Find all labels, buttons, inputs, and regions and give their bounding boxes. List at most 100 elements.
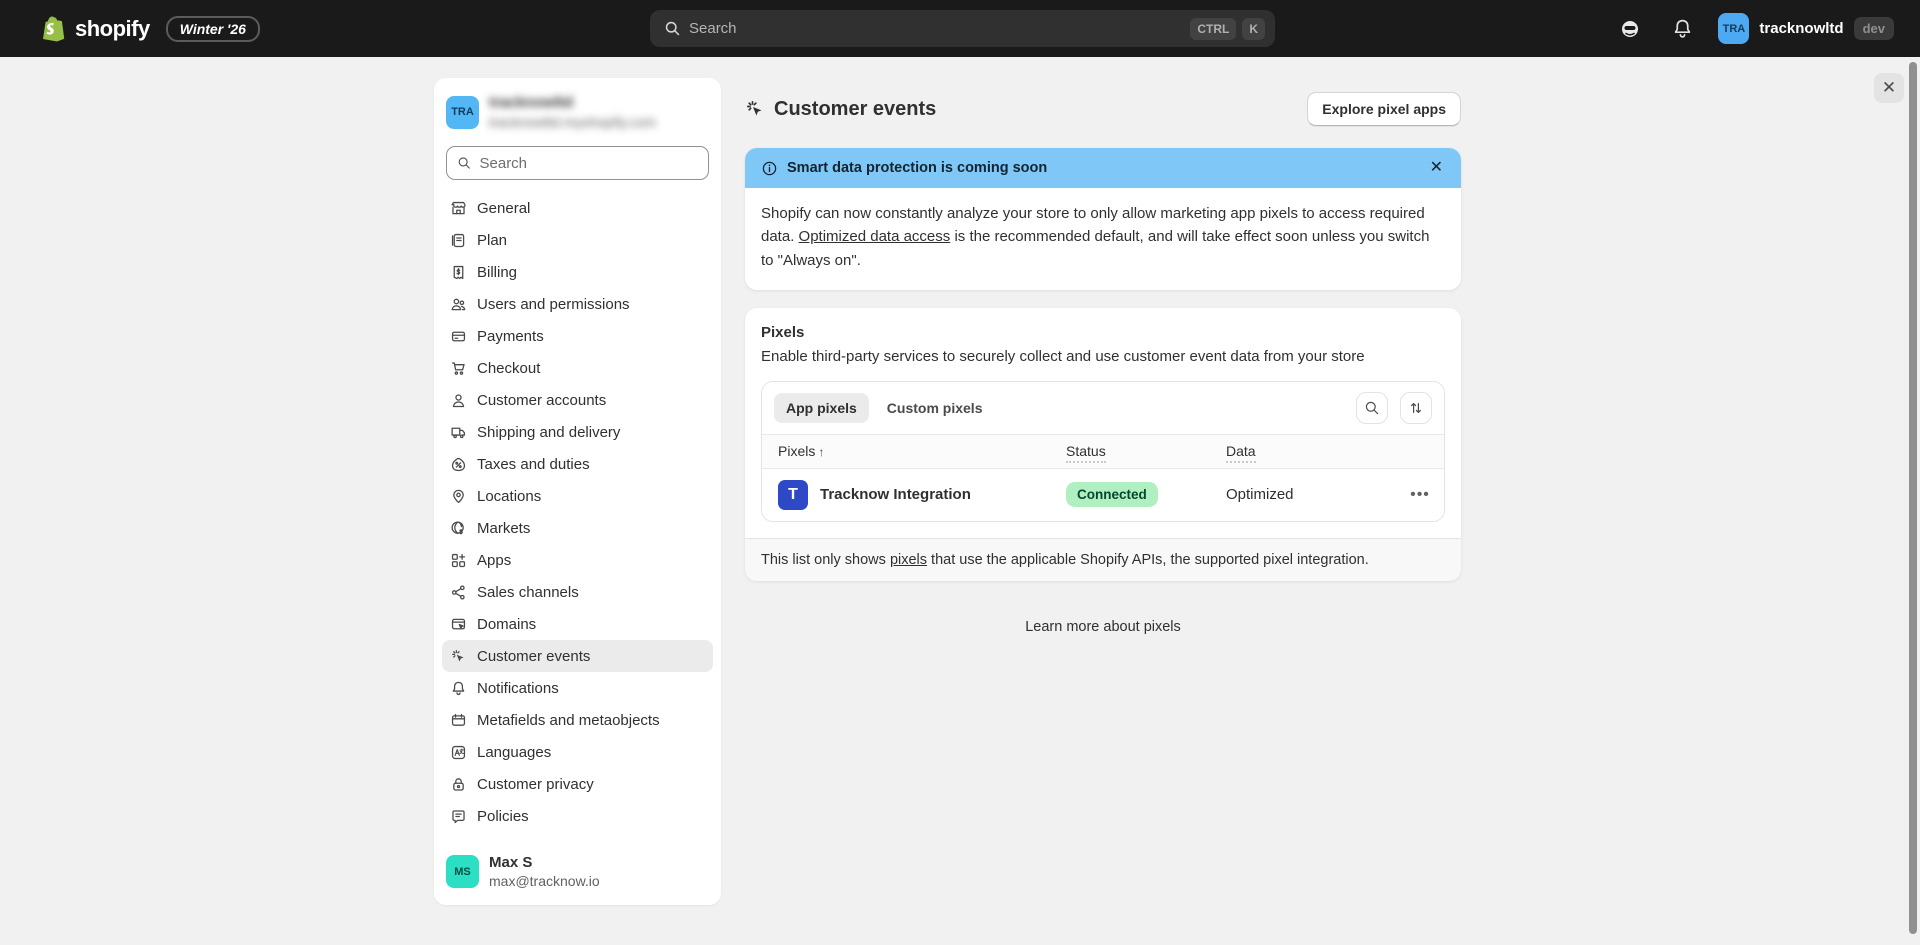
store-name: tracknowltd [1759,20,1843,37]
settings-overlay: ✕ TRA tracknowltd tracknowltd.myshopify.… [0,57,1920,945]
sidebar-item-metafields-and-metaobjects[interactable]: Metafields and metaobjects [442,704,713,736]
sidebar-item-label: Plan [477,232,507,249]
row-more-actions-button[interactable]: ••• [1410,486,1430,503]
optimized-data-access-link[interactable]: Optimized data access [799,228,951,245]
sidebar-item-users-and-permissions[interactable]: Users and permissions [442,288,713,320]
shopify-logo[interactable]: shopify [40,15,150,43]
sidebar-search-input[interactable] [480,155,699,172]
tab-app-pixels[interactable]: App pixels [774,393,869,423]
release-badge: Winter '26 [166,16,260,42]
payments-icon [450,328,467,345]
sidebar-item-label: Markets [477,520,530,537]
settings-sidebar: TRA tracknowltd tracknowltd.myshopify.co… [434,78,721,905]
shortcut-ctrl-key: CTRL [1190,18,1236,40]
shopify-bag-icon [40,15,66,43]
column-header-pixels[interactable]: Pixels↑ [778,443,824,459]
user-avatar: MS [446,855,479,888]
sidebar-search[interactable] [446,146,709,180]
explore-pixel-apps-button[interactable]: Explore pixel apps [1307,92,1461,126]
store-account-menu[interactable]: TRA tracknowltd dev [1718,13,1894,44]
close-settings-button[interactable]: ✕ [1874,73,1904,103]
policies-icon [450,808,467,825]
users-icon [450,296,467,313]
sidebar-item-billing[interactable]: Billing [442,256,713,288]
sidebar-user[interactable]: MS Max S max@tracknow.io [434,842,721,905]
search-placeholder: Search [689,20,1184,37]
sidebar-item-taxes-and-duties[interactable]: Taxes and duties [442,448,713,480]
smart-data-protection-banner: Smart data protection is coming soon ✕ S… [745,148,1461,290]
customer-events-page: Customer events Explore pixel apps Smart… [745,92,1461,635]
sidebar-item-markets[interactable]: Markets [442,512,713,544]
sidebar-item-customer-privacy[interactable]: Customer privacy [442,768,713,800]
data-access-value: Optimized [1226,486,1294,503]
sidekick-icon [1619,18,1641,40]
search-icon [664,20,681,37]
pixels-footer-link[interactable]: pixels [890,552,927,568]
location-pin-icon [450,488,467,505]
pixels-card-footer: This list only shows pixels that use the… [745,538,1461,581]
user-name: Max S [489,854,600,871]
sidebar-item-label: Apps [477,552,511,569]
pixels-card: Pixels Enable third-party services to se… [745,308,1461,581]
search-pixels-button[interactable] [1356,392,1388,424]
search-icon [1364,400,1380,416]
sidebar-item-label: Users and permissions [477,296,630,313]
sidebar-item-notifications[interactable]: Notifications [442,672,713,704]
sidebar-item-customer-events[interactable]: Customer events [442,640,713,672]
sidebar-item-shipping-and-delivery[interactable]: Shipping and delivery [442,416,713,448]
vertical-scrollbar[interactable] [1909,62,1917,934]
search-icon [457,155,472,171]
settings-nav: General Plan Billing Users and permissio… [434,190,721,842]
dev-environment-badge: dev [1854,17,1894,40]
markets-globe-icon [450,520,467,537]
shopify-wordmark: shopify [75,16,150,42]
pixels-list: App pixels Custom pixels Pixels↑ [761,381,1445,522]
tracknow-app-icon: T [778,480,808,510]
banner-title: Smart data protection is coming soon [787,160,1419,176]
sidebar-item-checkout[interactable]: Checkout [442,352,713,384]
sidebar-item-label: Customer privacy [477,776,594,793]
sidebar-item-label: Billing [477,264,517,281]
sidebar-item-policies[interactable]: Policies [442,800,713,832]
sidebar-store-header: TRA tracknowltd tracknowltd.myshopify.co… [434,78,721,144]
sidebar-item-label: Languages [477,744,551,761]
sidebar-item-label: Checkout [477,360,540,377]
pixel-row-tracknow-integration[interactable]: T Tracknow Integration Connected Optimiz… [762,469,1444,521]
sidekick-button[interactable] [1614,13,1646,45]
tab-custom-pixels[interactable]: Custom pixels [875,393,995,423]
global-search-input[interactable]: Search CTRL K [650,10,1275,47]
shortcut-k-key: K [1242,18,1265,40]
pixels-card-subtitle: Enable third-party services to securely … [761,348,1445,365]
sidebar-item-sales-channels[interactable]: Sales channels [442,576,713,608]
lock-icon [450,776,467,793]
sidebar-item-label: Policies [477,808,529,825]
sidebar-item-plan[interactable]: Plan [442,224,713,256]
topbar: shopify Winter '26 Search CTRL K TRA t [0,0,1920,57]
sort-pixels-button[interactable] [1400,392,1432,424]
notifications-button[interactable] [1666,13,1698,45]
sidebar-item-payments[interactable]: Payments [442,320,713,352]
column-header-data[interactable]: Data [1226,443,1256,463]
sidebar-item-label: Customer events [477,648,590,665]
apps-grid-icon [450,552,467,569]
column-header-status[interactable]: Status [1066,443,1106,463]
taxes-icon [450,456,467,473]
sidebar-item-apps[interactable]: Apps [442,544,713,576]
sidebar-item-label: Domains [477,616,536,633]
store-icon [450,200,467,217]
sidebar-item-general[interactable]: General [442,192,713,224]
sidebar-item-label: Metafields and metaobjects [477,712,660,729]
footer-text: This list only shows [761,552,890,568]
sidebar-item-label: Shipping and delivery [477,424,620,441]
domains-icon [450,616,467,633]
sidebar-item-locations[interactable]: Locations [442,480,713,512]
sidebar-item-label: Payments [477,328,544,345]
sidebar-item-customer-accounts[interactable]: Customer accounts [442,384,713,416]
banner-close-icon[interactable]: ✕ [1428,158,1445,178]
sidebar-item-domains[interactable]: Domains [442,608,713,640]
learn-more-link[interactable]: Learn more about pixels [1025,619,1181,635]
sidebar-item-label: Notifications [477,680,559,697]
sidebar-item-languages[interactable]: Languages [442,736,713,768]
pixels-card-title: Pixels [761,324,1445,341]
footer-text: that use the applicable Shopify APIs, th… [927,552,1369,568]
